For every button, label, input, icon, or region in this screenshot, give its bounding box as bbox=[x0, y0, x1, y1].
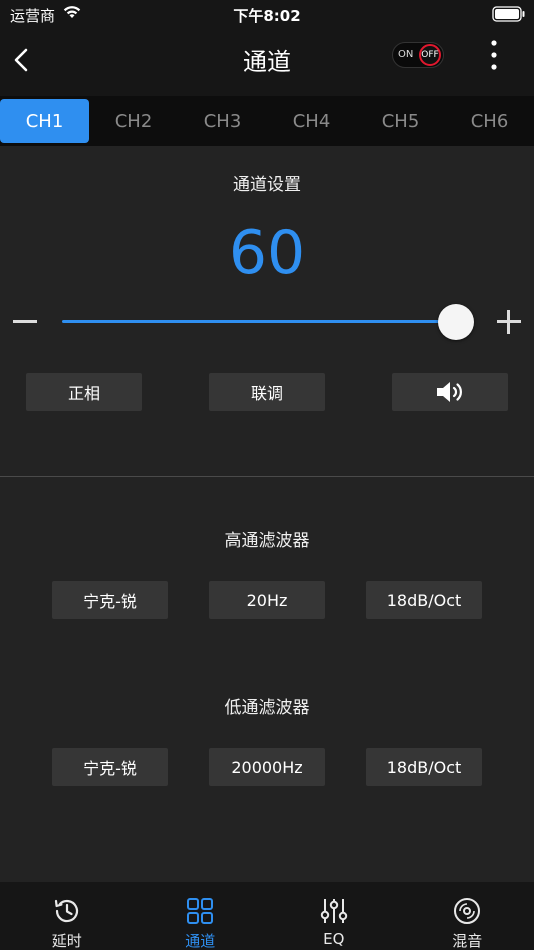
volume-slider-thumb[interactable] bbox=[438, 304, 474, 340]
tab-eq-label: EQ bbox=[323, 930, 345, 948]
status-bar: 运营商 下午8:02 bbox=[0, 0, 534, 28]
channel-tab-ch2[interactable]: CH2 bbox=[89, 96, 178, 146]
tab-mix[interactable]: 混音 bbox=[401, 882, 534, 950]
mute-button[interactable] bbox=[392, 373, 508, 411]
tab-delay-label: 延时 bbox=[51, 932, 82, 950]
more-vertical-icon[interactable] bbox=[484, 38, 504, 74]
toggle-on-label: ON bbox=[398, 49, 414, 60]
channel-tab-ch6[interactable]: CH6 bbox=[445, 96, 534, 146]
disc-icon bbox=[454, 898, 481, 924]
volume-slider-track[interactable] bbox=[62, 320, 462, 323]
channel-volume-value: 60 bbox=[228, 218, 306, 288]
page-title: 通道 bbox=[243, 48, 291, 76]
sliders-icon bbox=[320, 899, 347, 923]
channel-tab-ch1[interactable]: CH1 bbox=[0, 99, 89, 143]
high-pass-title: 高通滤波器 bbox=[224, 531, 310, 551]
phase-button[interactable]: 正相 bbox=[26, 373, 142, 411]
tab-channel-label: 通道 bbox=[185, 932, 216, 950]
channel-settings-title: 通道设置 bbox=[233, 175, 301, 195]
clock-time: 下午8:02 bbox=[233, 7, 301, 25]
tab-channel[interactable]: 通道 bbox=[134, 882, 268, 950]
speaker-icon bbox=[437, 382, 462, 402]
tab-delay[interactable]: 延时 bbox=[0, 882, 134, 950]
high-pass-type-button[interactable]: 宁克-锐 bbox=[52, 581, 168, 619]
high-pass-slope-button[interactable]: 18dB/Oct bbox=[366, 581, 482, 619]
tab-eq[interactable]: EQ bbox=[267, 882, 401, 950]
channel-tab-ch3[interactable]: CH3 bbox=[178, 96, 267, 146]
clock-history-icon bbox=[54, 899, 78, 923]
low-pass-title: 低通滤波器 bbox=[224, 698, 310, 718]
section-divider bbox=[0, 476, 534, 477]
low-pass-frequency-button[interactable]: 20000Hz bbox=[209, 748, 325, 786]
channel-tab-ch4[interactable]: CH4 bbox=[267, 96, 356, 146]
tab-mix-label: 混音 bbox=[452, 932, 483, 950]
nav-bar: 通道 ON OFF bbox=[0, 28, 534, 96]
decrease-minus-icon[interactable] bbox=[13, 320, 37, 323]
power-toggle[interactable]: ON OFF bbox=[392, 42, 444, 68]
link-button[interactable]: 联调 bbox=[209, 373, 325, 411]
channel-tabs: CH1 CH2 CH3 CH4 CH5 CH6 bbox=[0, 96, 534, 146]
high-pass-frequency-button[interactable]: 20Hz bbox=[209, 581, 325, 619]
channel-tab-ch5[interactable]: CH5 bbox=[356, 96, 445, 146]
low-pass-slope-button[interactable]: 18dB/Oct bbox=[366, 748, 482, 786]
toggle-off-knob: OFF bbox=[419, 44, 441, 66]
low-pass-type-button[interactable]: 宁克-锐 bbox=[52, 748, 168, 786]
battery-icon bbox=[492, 6, 525, 22]
grid-icon bbox=[187, 898, 214, 924]
bottom-tab-bar: 延时 通道 EQ 混音 bbox=[0, 882, 534, 950]
increase-plus-icon-vertical[interactable] bbox=[507, 310, 510, 334]
